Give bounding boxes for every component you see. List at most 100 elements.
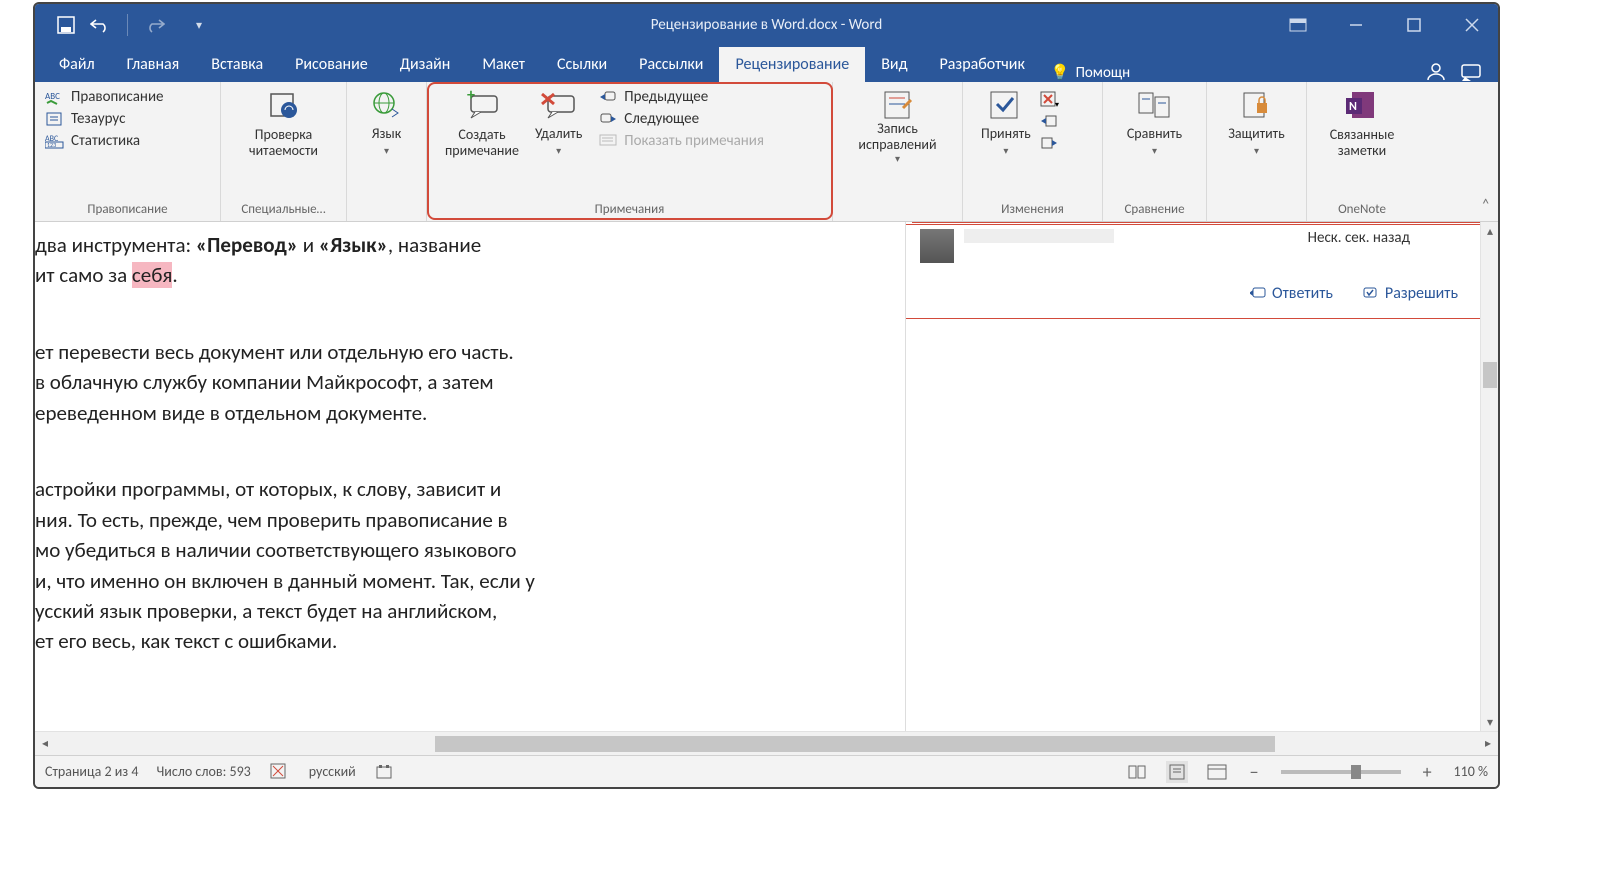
spelling-icon: ABC [45,88,65,106]
window-controls [1278,4,1492,46]
proofing-status-icon[interactable] [269,761,291,783]
previous-icon [598,88,618,106]
show-comments-icon [598,132,618,150]
group-tracking: Записьисправлений ▾ [833,82,963,221]
accept-button[interactable]: Принять▾ [973,88,1039,158]
compare-button[interactable]: Сравнить▾ [1119,88,1190,158]
macro-status-icon[interactable] [374,761,396,783]
thesaurus-icon [45,110,65,128]
linked-notes-button[interactable]: N Связанныезаметки [1322,88,1403,160]
zoom-in-button[interactable]: + [1419,761,1436,783]
scroll-right-icon[interactable]: ▸ [1478,736,1498,751]
zoom-out-button[interactable]: − [1246,761,1263,783]
collapse-ribbon-icon[interactable]: ˄ [1481,196,1490,215]
group-compare: Сравнить▾ Сравнение [1103,82,1207,221]
group-onenote: N Связанныезаметки OneNote [1307,82,1417,221]
tab-references[interactable]: Ссылки [541,47,623,82]
group-label-comments: Примечания [427,200,832,221]
accessibility-label: Проверкачитаемости [249,126,318,160]
hscroll-thumb[interactable] [435,736,1275,752]
qat-customize-icon[interactable]: ▾ [188,14,210,36]
language-button[interactable]: Язык▾ [360,88,414,158]
vertical-scrollbar[interactable]: ▴ ▾ [1480,222,1498,731]
share-icon[interactable] [1454,64,1490,82]
word-count[interactable]: Число слов: 593 [156,763,250,780]
tab-file[interactable]: Файл [43,47,111,82]
tab-review[interactable]: Рецензирование [719,47,865,82]
read-mode-icon[interactable] [1126,761,1148,783]
redo-icon[interactable] [144,14,166,36]
word-count-button[interactable]: ABC123Статистика [45,132,164,150]
group-label-changes: Изменения [963,200,1102,221]
statistics-icon: ABC123 [45,132,65,150]
document-area: два инструмента: «Перевод» и «Язык», наз… [35,222,1498,731]
compare-icon [1135,88,1173,122]
save-icon[interactable] [55,14,77,36]
new-comment-icon: + [463,88,501,122]
maximize-icon[interactable] [1394,4,1434,46]
next-icon [598,110,618,128]
tab-home[interactable]: Главная [111,47,196,82]
next-change-button[interactable] [1039,134,1061,154]
thesaurus-button[interactable]: Тезаурус [45,110,164,128]
sign-in-icon[interactable] [1418,60,1454,82]
svg-text:▾: ▾ [1055,100,1059,109]
globe-icon [368,88,406,122]
zoom-knob[interactable] [1351,765,1361,779]
zoom-slider[interactable] [1281,770,1401,774]
resolve-button[interactable]: Разрешить [1363,284,1458,303]
minimize-icon[interactable] [1336,4,1376,46]
tab-draw[interactable]: Рисование [279,47,384,82]
title-bar: ▾ Рецензирование в Word.docx - Word [35,4,1498,46]
tab-design[interactable]: Дизайн [384,47,467,82]
tab-mailings[interactable]: Рассылки [623,47,719,82]
scroll-up-icon[interactable]: ▴ [1481,222,1499,240]
language-status[interactable]: русский [309,763,356,780]
comment-card[interactable]: Неск. сек. назад [912,222,1480,271]
comments-pane: Неск. сек. назад Ответить Разрешить [905,222,1498,731]
tell-me-label: Помощн [1076,64,1131,82]
check-accessibility-button[interactable]: Проверкачитаемости [241,88,326,160]
accept-icon [987,88,1025,122]
qat-separator [127,14,128,36]
reply-button[interactable]: Ответить [1250,284,1333,303]
avatar [920,229,954,263]
next-comment-button[interactable]: Следующее [598,110,764,128]
group-language: Язык▾ [347,82,427,221]
document-title: Рецензирование в Word.docx - Word [651,16,883,34]
tab-view[interactable]: Вид [865,47,923,82]
language-label: Язык▾ [372,126,402,158]
lightbulb-icon: 💡 [1051,63,1070,82]
tell-me[interactable]: 💡 Помощн [1041,63,1140,82]
protect-button[interactable]: Защитить▾ [1220,88,1292,158]
close-icon[interactable] [1452,4,1492,46]
prev-change-button[interactable] [1039,112,1061,132]
scroll-left-icon[interactable]: ◂ [35,736,55,751]
delete-comment-button[interactable]: Удалить▾ [527,88,590,158]
web-layout-icon[interactable] [1206,761,1228,783]
tab-developer[interactable]: Разработчик [924,47,1041,82]
tab-insert[interactable]: Вставка [195,47,279,82]
print-layout-icon[interactable] [1166,761,1188,783]
lock-icon [1237,88,1275,122]
group-label-proofing: Правописание [35,200,220,221]
page-number[interactable]: Страница 2 из 4 [45,763,138,780]
undo-icon[interactable] [89,14,111,36]
tab-layout[interactable]: Макет [466,47,541,82]
document-page[interactable]: два инструмента: «Перевод» и «Язык», наз… [35,222,905,731]
track-changes-button[interactable]: Записьисправлений ▾ [850,88,944,160]
reject-button[interactable]: ▾ [1039,90,1061,110]
status-bar: Страница 2 из 4 Число слов: 593 русский … [35,755,1498,787]
new-comment-button[interactable]: + Создатьпримечание [437,88,527,160]
group-label-compare: Сравнение [1103,200,1206,221]
scroll-down-icon[interactable]: ▾ [1481,713,1499,731]
horizontal-scrollbar[interactable]: ◂ ▸ [35,731,1498,755]
show-comments-button[interactable]: Показать примечания [598,132,764,150]
group-protect: Защитить▾ [1207,82,1307,221]
ribbon-options-icon[interactable] [1278,4,1318,46]
scroll-thumb[interactable] [1483,362,1497,388]
spelling-button[interactable]: ABCПравописание [45,88,164,106]
zoom-level[interactable]: 110 % [1454,763,1488,780]
previous-comment-button[interactable]: Предыдущее [598,88,764,106]
group-changes: Принять▾ ▾ Изменения [963,82,1103,221]
